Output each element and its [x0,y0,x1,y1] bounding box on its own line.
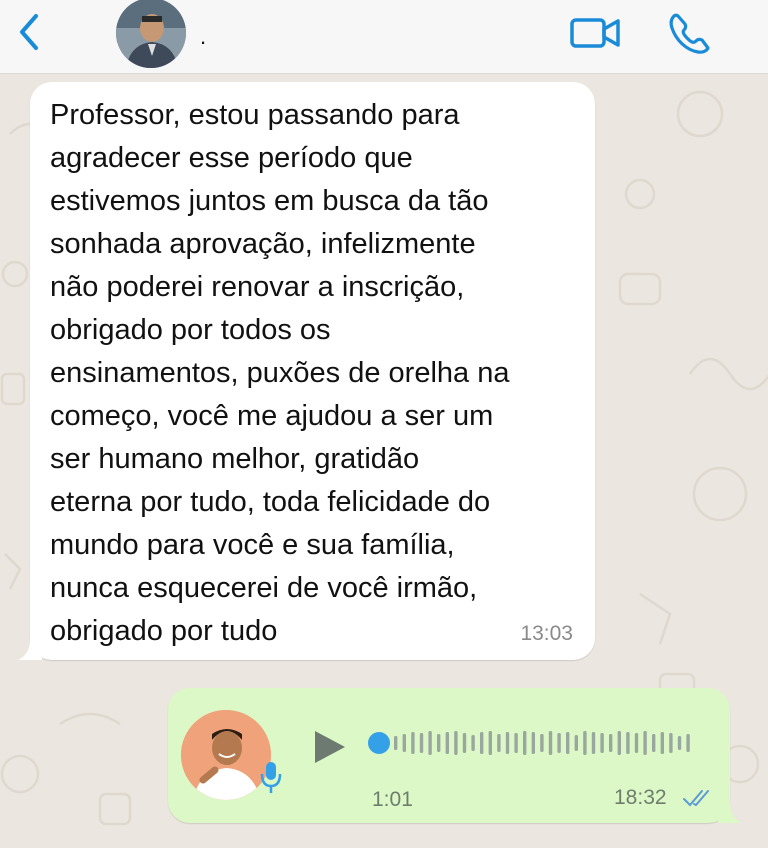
waveform-bar [609,734,613,752]
microphone-icon [260,762,282,793]
play-icon [315,731,345,763]
bubble-tail [718,803,742,823]
waveform-bar [419,733,424,753]
contact-name[interactable]: . [200,24,206,50]
message-timestamp: 13:03 [520,622,573,645]
play-button[interactable] [311,729,347,765]
bubble-tail [18,640,42,660]
waveform-bar [505,732,510,754]
sender-avatar [181,710,271,800]
waveform-bar [617,731,621,755]
voice-call-button[interactable] [664,8,714,58]
waveform-bar [523,731,527,755]
waveform-bar [652,734,656,752]
waveform-bar [677,736,682,750]
double-check-icon [683,790,709,807]
waveform-bar [402,734,406,752]
contact-avatar[interactable] [116,0,186,68]
waveform-bar [548,731,553,755]
message-text: Professor, estou passando para agradecer… [50,99,510,647]
chat-header: . [0,0,768,74]
waveform-bar [497,734,501,752]
sender-photo [181,710,271,800]
waveform-bar [480,732,484,754]
waveform-bar [488,731,492,755]
outgoing-voice-message-bubble[interactable]: 1:01 18:32 [168,688,742,823]
waveform-bar [669,733,673,753]
incoming-message-bubble[interactable]: Professor, estou passando para agradecer… [18,82,595,660]
video-call-button[interactable] [568,10,624,54]
waveform-bar [540,734,544,752]
waveform-bar [643,731,647,755]
playback-scrubber[interactable] [368,732,390,754]
waveform-bar [557,733,561,753]
contact-photo [116,0,186,68]
message-timestamp: 18:32 [614,786,667,809]
waveform-bar [626,732,630,754]
waveform-bar [686,734,690,752]
waveform-bar [634,733,639,753]
waveform-bar [531,732,535,754]
waveform-bar [428,731,432,755]
waveform-bar [411,732,415,754]
waveform-bar [660,732,664,754]
waveform-bar [437,734,441,752]
waveform-bar [514,733,518,753]
chevron-left-icon [20,14,38,50]
waveform-bar [394,736,398,750]
video-camera-icon [570,18,620,48]
voice-duration: 1:01 [372,788,413,811]
waveform-bar [462,733,467,753]
waveform-bar [574,735,578,751]
waveform-bar [591,732,596,754]
back-button[interactable] [10,10,50,54]
waveform-bar [471,735,475,751]
waveform-bar [583,731,587,755]
waveform-bar [566,732,570,754]
waveform-bar [445,732,449,754]
phone-icon [669,13,710,54]
waveform-bar [600,733,604,753]
audio-waveform[interactable] [394,728,704,758]
waveform-bar [454,731,458,755]
